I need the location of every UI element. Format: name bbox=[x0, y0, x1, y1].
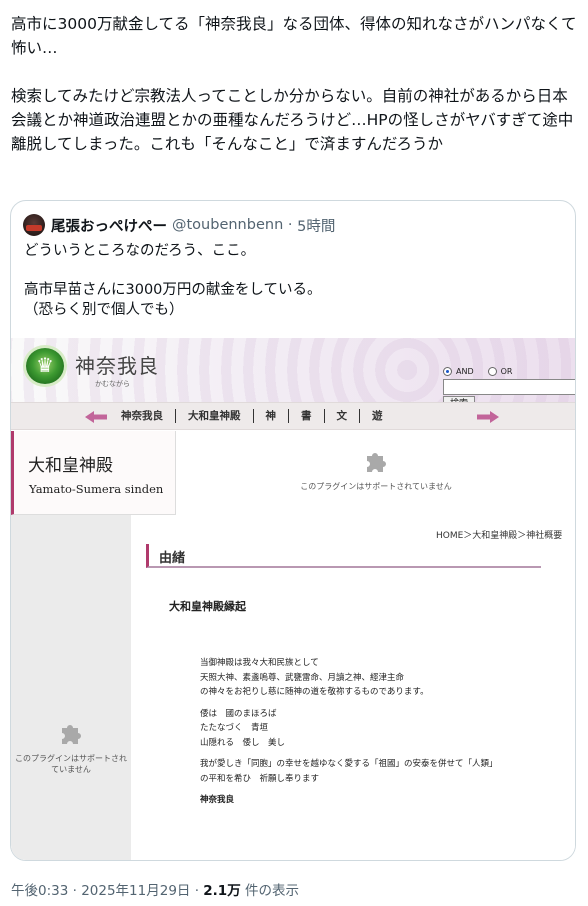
quoted-author-handle[interactable]: @toubennbenn bbox=[172, 217, 283, 233]
tweet-text: 高市に3000万献金してる「神奈我良」なる団体、得体の知れなさがハンパなくて怖い… bbox=[11, 15, 577, 153]
quoted-timestamp[interactable]: 5時間 bbox=[297, 215, 335, 236]
banner-title: 大和皇神殿 bbox=[28, 456, 113, 476]
site-content: 大和皇神殿縁起 当御神殿は我々大和民族として 天照大神、素盞嗚尊、武甕雷命、月讀… bbox=[169, 598, 549, 815]
breadcrumb[interactable]: HOME＞大和皇神殿＞神社概要 bbox=[436, 528, 562, 541]
or-radio[interactable] bbox=[487, 366, 497, 376]
view-count[interactable]: 2.1万 bbox=[203, 883, 240, 899]
site-header: 神奈我良 かむながら AND OR 検索 bbox=[11, 338, 575, 402]
and-label: AND bbox=[456, 366, 474, 376]
avatar[interactable] bbox=[23, 214, 45, 236]
page-banner: 大和皇神殿 Yamato-Sumera sinden bbox=[11, 431, 176, 515]
site-logo-icon bbox=[26, 348, 64, 384]
site-logo-title: 神奈我良 bbox=[75, 354, 159, 378]
section-header: 由緒 bbox=[146, 544, 541, 568]
content-signature: 神奈我良 bbox=[200, 795, 235, 805]
puzzle-icon bbox=[367, 453, 386, 472]
tweet-timestamp[interactable]: 午後0:33 · 2025年11月29日 · bbox=[11, 883, 203, 899]
nav-item-shinden[interactable]: 大和皇神殿 bbox=[176, 409, 254, 423]
nav-item-sho[interactable]: 書 bbox=[289, 409, 325, 423]
content-heading: 大和皇神殿縁起 bbox=[169, 600, 246, 613]
nav-item-yuu[interactable]: 遊 bbox=[360, 409, 395, 423]
banner-subtitle: Yamato-Sumera sinden bbox=[29, 482, 164, 496]
nav-item-kami[interactable]: 神 bbox=[254, 409, 289, 423]
site-nav-items: 神奈我良 大和皇神殿 神 書 文 遊 bbox=[121, 409, 395, 423]
puzzle-icon bbox=[62, 725, 81, 744]
website-screenshot[interactable]: 神奈我良 かむながら AND OR 検索 神奈我良 大和皇神殿 bbox=[11, 338, 575, 860]
quoted-tweet[interactable]: 尾張おっぺけぺー @toubennbenn · 5時間 どういうところなのだろう… bbox=[10, 200, 576, 861]
nav-item-kannagara[interactable]: 神奈我良 bbox=[121, 409, 176, 423]
quoted-separator: · bbox=[283, 217, 298, 233]
plugin-placeholder-top: このプラグインはサポートされていません bbox=[276, 448, 476, 492]
quoted-tweet-header: 尾張おっぺけぺー @toubennbenn · 5時間 bbox=[23, 214, 335, 236]
quoted-author-name[interactable]: 尾張おっぺけぺー bbox=[51, 215, 167, 236]
search-mode: AND OR bbox=[443, 365, 575, 377]
and-radio[interactable] bbox=[443, 366, 452, 376]
site-search: AND OR 検索 bbox=[443, 365, 575, 402]
tweet-meta: 午後0:33 · 2025年11月29日 · 2.1万 件の表示 bbox=[11, 879, 299, 899]
nav-item-bun[interactable]: 文 bbox=[325, 409, 360, 423]
plugin-placeholder-side: このプラグインはサポートされていません bbox=[14, 720, 128, 775]
plugin-message: このプラグインはサポートされていません bbox=[300, 482, 452, 491]
section-title: 由緒 bbox=[159, 551, 186, 566]
view-label: 件の表示 bbox=[240, 883, 299, 899]
site-sidebar bbox=[11, 515, 131, 860]
or-label: OR bbox=[500, 366, 513, 376]
content-paragraph: 我が愛しき「同胞」の幸せを越ゆなく愛する「祖國」の安泰を併せて「人類」 の平和を… bbox=[200, 759, 498, 784]
search-input[interactable] bbox=[443, 379, 575, 395]
site-nav: 神奈我良 大和皇神殿 神 書 文 遊 bbox=[11, 402, 575, 430]
quoted-tweet-text: どういうところなのだろう、ここ。 高市早苗さんに3000万円の献金をしている。 … bbox=[24, 243, 322, 318]
content-paragraph: 当御神殿は我々大和民族として 天照大神、素盞嗚尊、武甕雷命、月讀之神、經津主命 … bbox=[200, 658, 429, 697]
nav-arrow-left-icon bbox=[85, 411, 107, 423]
plugin-message: このプラグインはサポートされていません bbox=[15, 754, 127, 774]
nav-arrow-right-icon bbox=[477, 411, 499, 423]
site-logo-subtitle: かむながら bbox=[95, 380, 130, 388]
content-paragraph: 倭は 國のまほろば たたなづく 青垣 山隠れる 倭し 美し bbox=[200, 708, 286, 748]
